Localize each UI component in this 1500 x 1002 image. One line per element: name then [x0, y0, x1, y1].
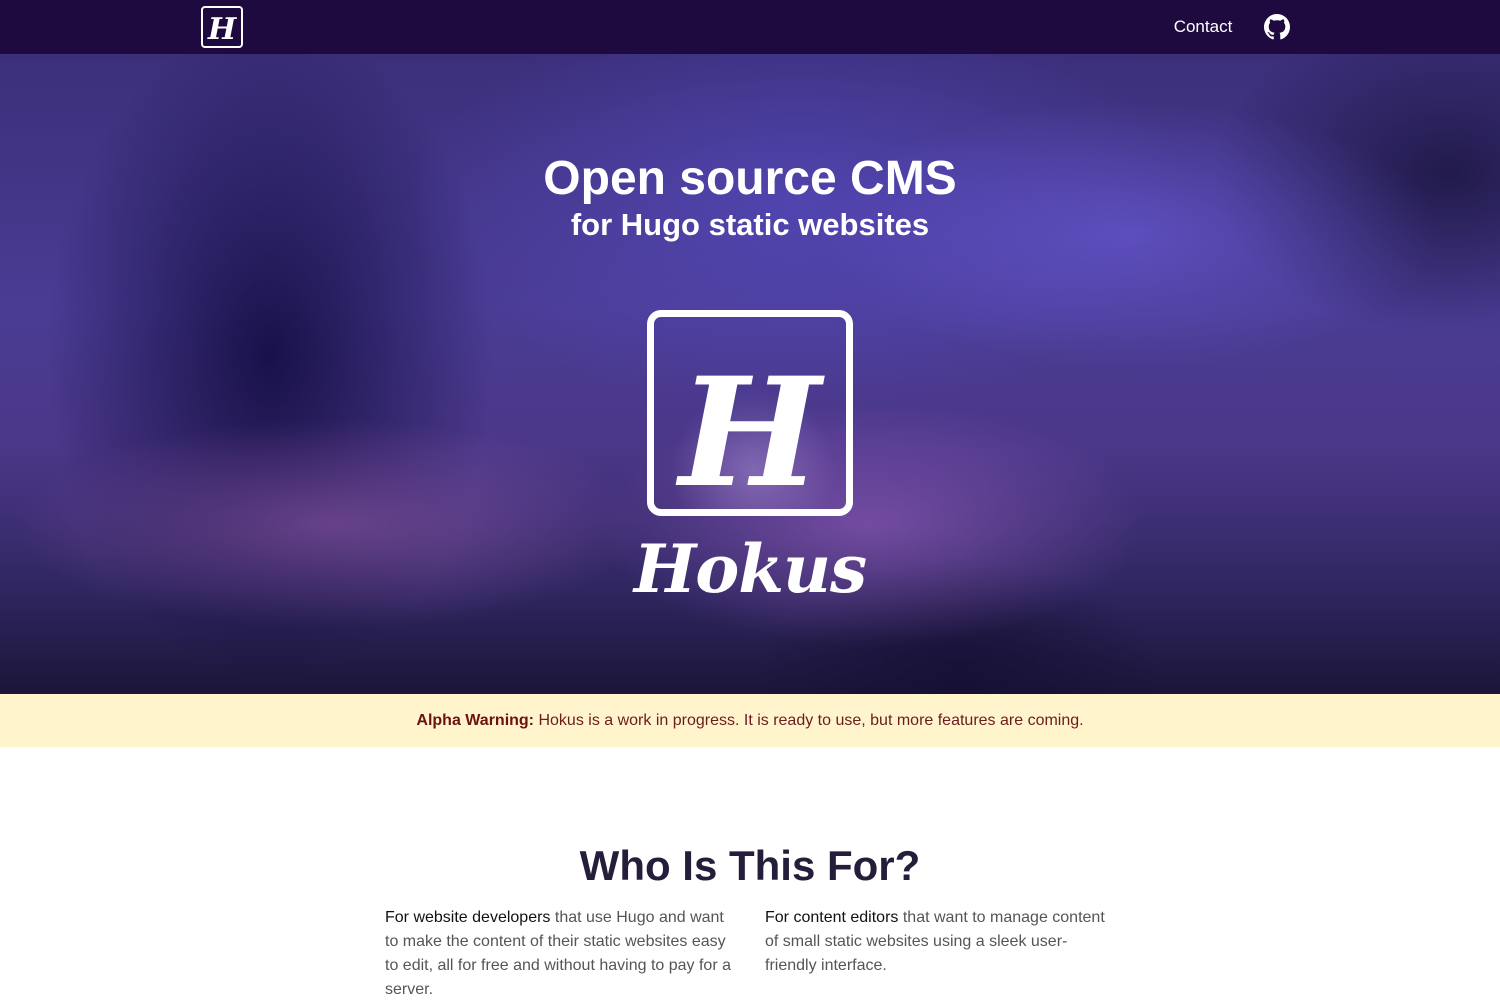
developers-strong: For website developers: [385, 909, 551, 926]
hero-section: Open source CMS for Hugo static websites…: [0, 54, 1500, 694]
developers-paragraph: For website developers that use Hugo and…: [385, 906, 735, 1002]
hero-logo: H: [647, 310, 853, 516]
hero-title: Open source CMS: [543, 152, 957, 205]
hero-logo-letter: H: [675, 345, 825, 509]
who-section-heading: Who Is This For?: [579, 842, 921, 889]
contact-link[interactable]: Contact: [1160, 14, 1246, 40]
github-icon[interactable]: [1264, 14, 1290, 40]
top-navbar: H Contact: [0, 0, 1500, 54]
alert-label: Alpha Warning:: [416, 712, 535, 729]
editors-paragraph: For content editors that want to manage …: [765, 906, 1115, 978]
editors-strong: For content editors: [765, 909, 899, 926]
hokus-logo[interactable]: H: [201, 6, 243, 48]
logo-letter: H: [207, 12, 238, 46]
alpha-warning-banner: Alpha Warning: Hokus is a work in progre…: [0, 694, 1500, 747]
hero-subtitle: for Hugo static websites: [570, 207, 930, 242]
hokus-wordmark: Hokus: [633, 530, 867, 608]
alert-text: Hokus is a work in progress. It is ready…: [534, 712, 1084, 729]
